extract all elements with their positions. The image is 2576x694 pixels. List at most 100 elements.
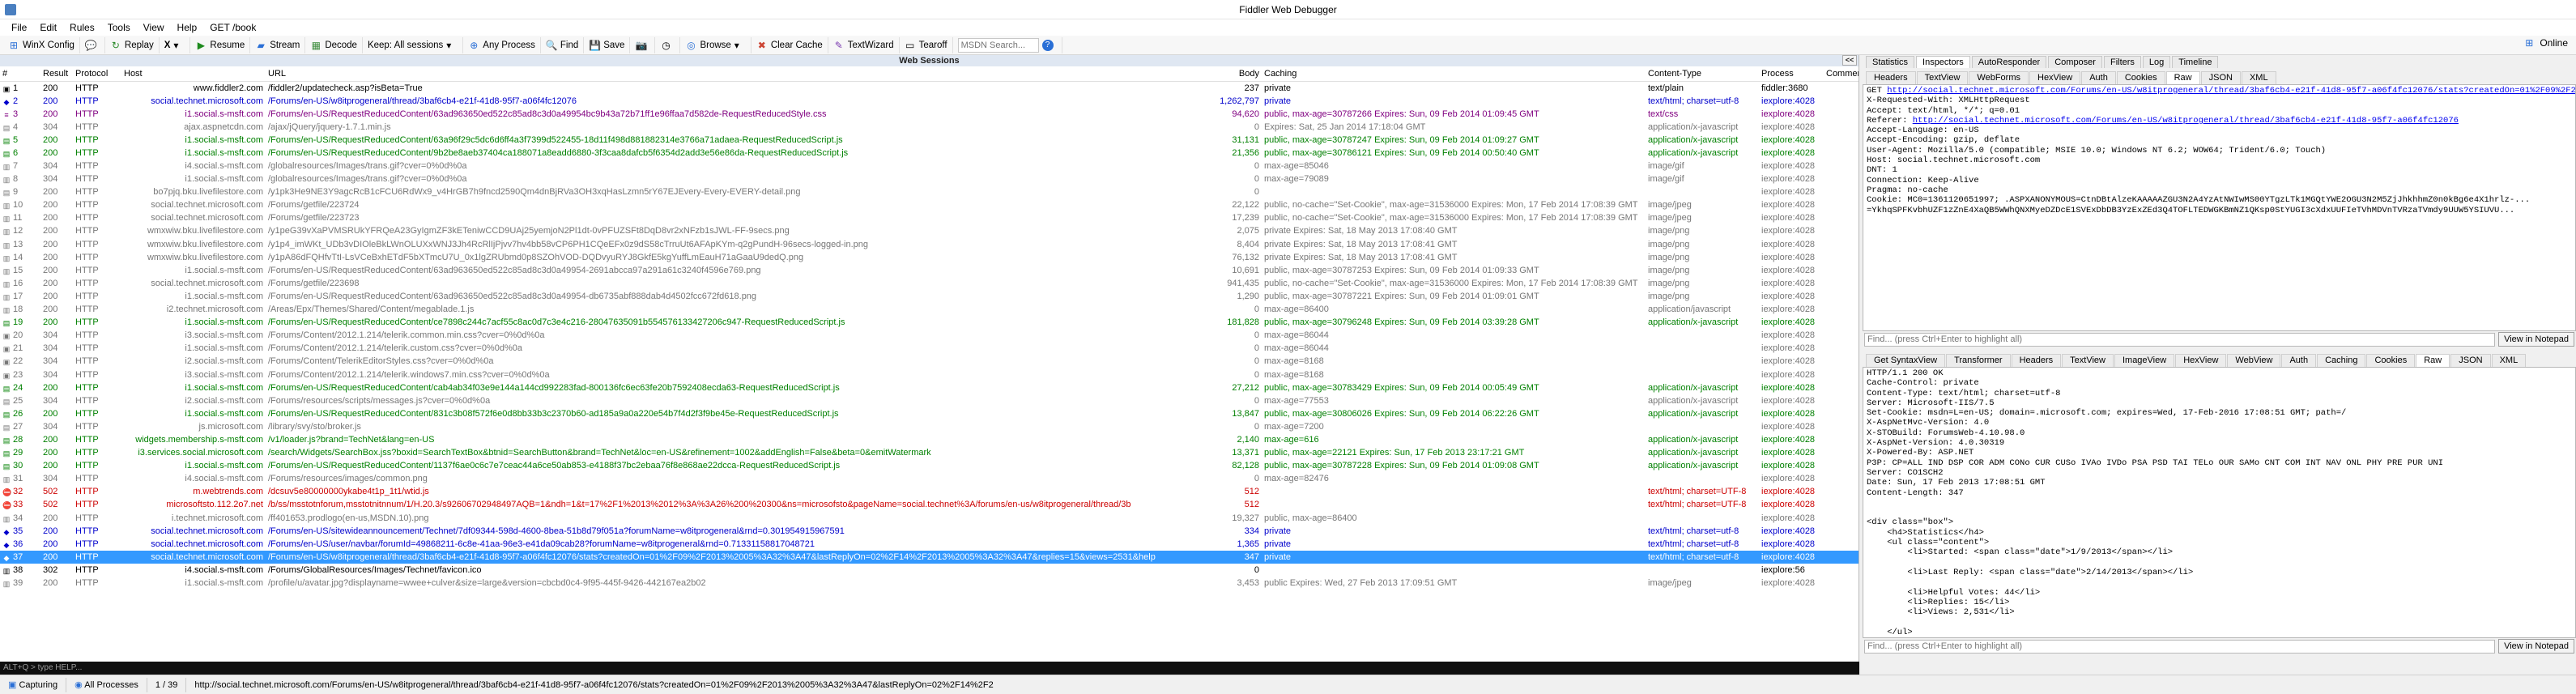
session-row[interactable]: ▥ 17 200 HTTP i1.social.s-msft.com/Forums/en… <box>0 290 1859 303</box>
session-row[interactable]: ▥ 7 304 HTTP i4.social.s-msft.com/globalreso… <box>0 160 1859 172</box>
screenshot-button[interactable]: 📷 <box>630 36 656 53</box>
session-row[interactable]: ▥ 38 302 HTTP i4.social.s-msft.com/Forums/Gl… <box>0 564 1859 577</box>
column-header-protocol[interactable]: Protocol <box>73 66 121 82</box>
clear-cache-button[interactable]: ✖ Clear Cache <box>752 36 828 53</box>
request-view-notepad-button[interactable]: View in Notepad <box>2498 332 2574 347</box>
column-header-host[interactable]: Host <box>121 66 266 82</box>
request-tab-auth[interactable]: Auth <box>2081 71 2116 84</box>
tab-timeline[interactable]: Timeline <box>2172 56 2219 68</box>
session-row[interactable]: ▤ 5 200 HTTP i1.social.s-msft.com/Forums/en-… <box>0 134 1859 147</box>
session-row[interactable]: ▤ 30 200 HTTP i1.social.s-msft.com/Forums/en… <box>0 459 1859 472</box>
response-view-notepad-button[interactable]: View in Notepad <box>2498 639 2574 654</box>
response-find-input[interactable] <box>1864 639 2496 654</box>
response-tab-webview[interactable]: WebView <box>2227 354 2281 367</box>
response-raw-view[interactable]: HTTP/1.1 200 OK Cache-Control: private C… <box>1863 367 2576 638</box>
menu-view[interactable]: View <box>137 22 171 33</box>
browse-button[interactable]: ◎ Browse ▾ <box>680 36 752 53</box>
response-tab-raw[interactable]: Raw <box>2416 354 2450 367</box>
request-tab-textview[interactable]: TextView <box>1916 71 1969 84</box>
session-row[interactable]: ▥ 34 200 HTTP i.technet.microsoft.com/ff4016… <box>0 512 1859 525</box>
session-row[interactable]: ▥ 39 200 HTTP i1.social.s-msft.com/profile/u… <box>0 577 1859 590</box>
session-row[interactable]: ⛔ 33 502 HTTP microsoftsto.112.2o7.net/b/ss/… <box>0 498 1859 511</box>
keep-sessions-dropdown[interactable]: Keep: All sessions ▾ <box>363 36 464 53</box>
any-process-button[interactable]: ⊕ Any Process <box>463 36 541 53</box>
menu-help[interactable]: Help <box>171 22 204 33</box>
timer-button[interactable]: ◷ <box>655 36 681 53</box>
request-tab-hexview[interactable]: HexView <box>2029 71 2081 84</box>
process-filter[interactable]: ◉ All Processes <box>66 677 147 692</box>
session-row[interactable]: ◆ 37 200 HTTP social.technet.microsoft.com/F… <box>0 550 1859 564</box>
column-header-body[interactable]: Body <box>1190 66 1262 82</box>
session-row[interactable]: ▥ 14 200 HTTP wmxwiw.bku.livefilestore.com/y… <box>0 251 1859 264</box>
referer-url-link[interactable]: http://social.technet.microsoft.com/Foru… <box>1913 116 2459 126</box>
request-find-input[interactable] <box>1864 332 2496 347</box>
replay-button[interactable]: ↻ Replay <box>105 36 160 53</box>
menu-rules[interactable]: Rules <box>63 22 101 33</box>
tab-statistics[interactable]: Statistics <box>1866 56 1915 68</box>
session-row[interactable]: ▥ 13 200 HTTP wmxwiw.bku.livefilestore.com/y… <box>0 238 1859 251</box>
session-row[interactable]: ▣ 23 304 HTTP i3.social.s-msft.com/Forums/Co… <box>0 368 1859 381</box>
column-header-comments[interactable]: Comments <box>1824 66 1859 82</box>
menu-file[interactable]: File <box>5 22 33 33</box>
session-row[interactable]: ▤ 24 200 HTTP i1.social.s-msft.com/Forums/en… <box>0 381 1859 394</box>
column-header-url[interactable]: URL <box>266 66 1190 82</box>
save-button[interactable]: 💾 Save <box>584 36 631 53</box>
response-tab-textview[interactable]: TextView <box>2062 354 2114 367</box>
decode-button[interactable]: ▦ Decode <box>305 36 363 53</box>
session-row[interactable]: ▤ 25 304 HTTP i2.social.s-msft.com/Forums/re… <box>0 394 1859 407</box>
textwizard-button[interactable]: ✎ TextWizard <box>828 36 900 53</box>
session-row[interactable]: ▥ 8 304 HTTP i1.social.s-msft.com/globalreso… <box>0 172 1859 185</box>
session-row[interactable]: ▣ 20 304 HTTP i3.social.s-msft.com/Forums/Co… <box>0 329 1859 342</box>
capturing-toggle[interactable]: ▣ Capturing <box>0 677 67 692</box>
session-row[interactable]: ◆ 36 200 HTTP social.technet.microsoft.com/F… <box>0 538 1859 551</box>
msdn-search-input[interactable] <box>957 37 1039 53</box>
session-row[interactable]: ≡ 3 200 HTTP i1.social.s-msft.com/Forums/en-… <box>0 108 1859 121</box>
response-tab-auth[interactable]: Auth <box>2281 354 2317 367</box>
tearoff-button[interactable]: ▭ Tearoff <box>900 36 953 53</box>
find-button[interactable]: 🔍 Find <box>541 36 585 53</box>
response-tab-caching[interactable]: Caching <box>2317 354 2366 367</box>
response-tab-get-syntaxview[interactable]: Get SyntaxView <box>1866 354 1946 367</box>
collapse-button[interactable]: << <box>1842 55 1857 66</box>
session-row[interactable]: ◆ 2 200 HTTP social.technet.microsoft.com/Fo… <box>0 95 1859 108</box>
column-header-caching[interactable]: Caching <box>1262 66 1646 82</box>
column-header-[interactable]: # <box>0 66 40 82</box>
session-row[interactable]: ▤ 6 200 HTTP i1.social.s-msft.com/Forums/en-… <box>0 147 1859 160</box>
column-header-process[interactable]: Process <box>1759 66 1824 82</box>
tab-filters[interactable]: Filters <box>2103 56 2141 68</box>
session-row[interactable]: ▥ 12 200 HTTP wmxwiw.bku.livefilestore.com/y… <box>0 224 1859 237</box>
request-tab-cookies[interactable]: Cookies <box>2116 71 2165 84</box>
session-row[interactable]: ⛔ 32 502 HTTP m.webtrends.com/dcsuv5e8000000… <box>0 485 1859 498</box>
quickexec-bar[interactable]: ALT+Q > type HELP... <box>0 662 1859 675</box>
request-tab-raw[interactable]: Raw <box>2165 71 2200 84</box>
tab-log[interactable]: Log <box>2142 56 2171 68</box>
session-row[interactable]: ▣ 21 304 HTTP i1.social.s-msft.com/Forums/Co… <box>0 342 1859 355</box>
session-row[interactable]: ▤ 28 200 HTTP widgets.membership.s-msft.com /… <box>0 433 1859 446</box>
session-row[interactable]: ▤ 27 304 HTTP js.microsoft.com/library/svy/s… <box>0 420 1859 433</box>
response-tab-imageview[interactable]: ImageView <box>2114 354 2175 367</box>
tab-composer[interactable]: Composer <box>2048 56 2102 68</box>
session-row[interactable]: ▥ 11 200 HTTP social.technet.microsoft.com/F… <box>0 211 1859 224</box>
comment-button[interactable]: 💬 <box>80 36 105 53</box>
menu-tools[interactable]: Tools <box>101 22 137 33</box>
session-row[interactable]: ◆ 35 200 HTTP social.technet.microsoft.com/F… <box>0 525 1859 538</box>
session-row[interactable]: ▣ 22 304 HTTP i2.social.s-msft.com/Forums/Co… <box>0 355 1859 368</box>
response-tab-transformer[interactable]: Transformer <box>1946 354 2011 367</box>
session-row[interactable]: ▥ 10 200 HTTP social.technet.microsoft.com/F… <box>0 198 1859 211</box>
request-tab-xml[interactable]: XML <box>2241 71 2276 84</box>
column-header-content-type[interactable]: Content-Type <box>1646 66 1759 82</box>
response-tab-hexview[interactable]: HexView <box>2175 354 2227 367</box>
session-row[interactable]: ▥ 15 200 HTTP i1.social.s-msft.com/Forums/en… <box>0 264 1859 277</box>
resume-button[interactable]: ▶ Resume <box>190 36 251 53</box>
session-row[interactable]: ▤ 26 200 HTTP i1.social.s-msft.com/Forums/en… <box>0 407 1859 420</box>
stream-button[interactable]: ▰ Stream <box>250 36 306 53</box>
response-tab-headers[interactable]: Headers <box>2011 354 2062 367</box>
help-icon[interactable]: ? <box>1041 39 1054 51</box>
session-row[interactable]: ▥ 16 200 HTTP social.technet.microsoft.com/F… <box>0 277 1859 290</box>
column-header-result[interactable]: Result <box>40 66 73 82</box>
session-row[interactable]: ▤ 9 200 HTTP bo7pjq.bku.livefilestore.com/y1… <box>0 185 1859 198</box>
session-row[interactable]: ▥ 18 200 HTTP i2.technet.microsoft.com/Areas… <box>0 303 1859 316</box>
winconfig-button[interactable]: ⊞ WinX Config <box>3 36 80 53</box>
menu-get-book[interactable]: GET /book <box>203 22 262 33</box>
response-tab-json[interactable]: JSON <box>2450 354 2491 367</box>
